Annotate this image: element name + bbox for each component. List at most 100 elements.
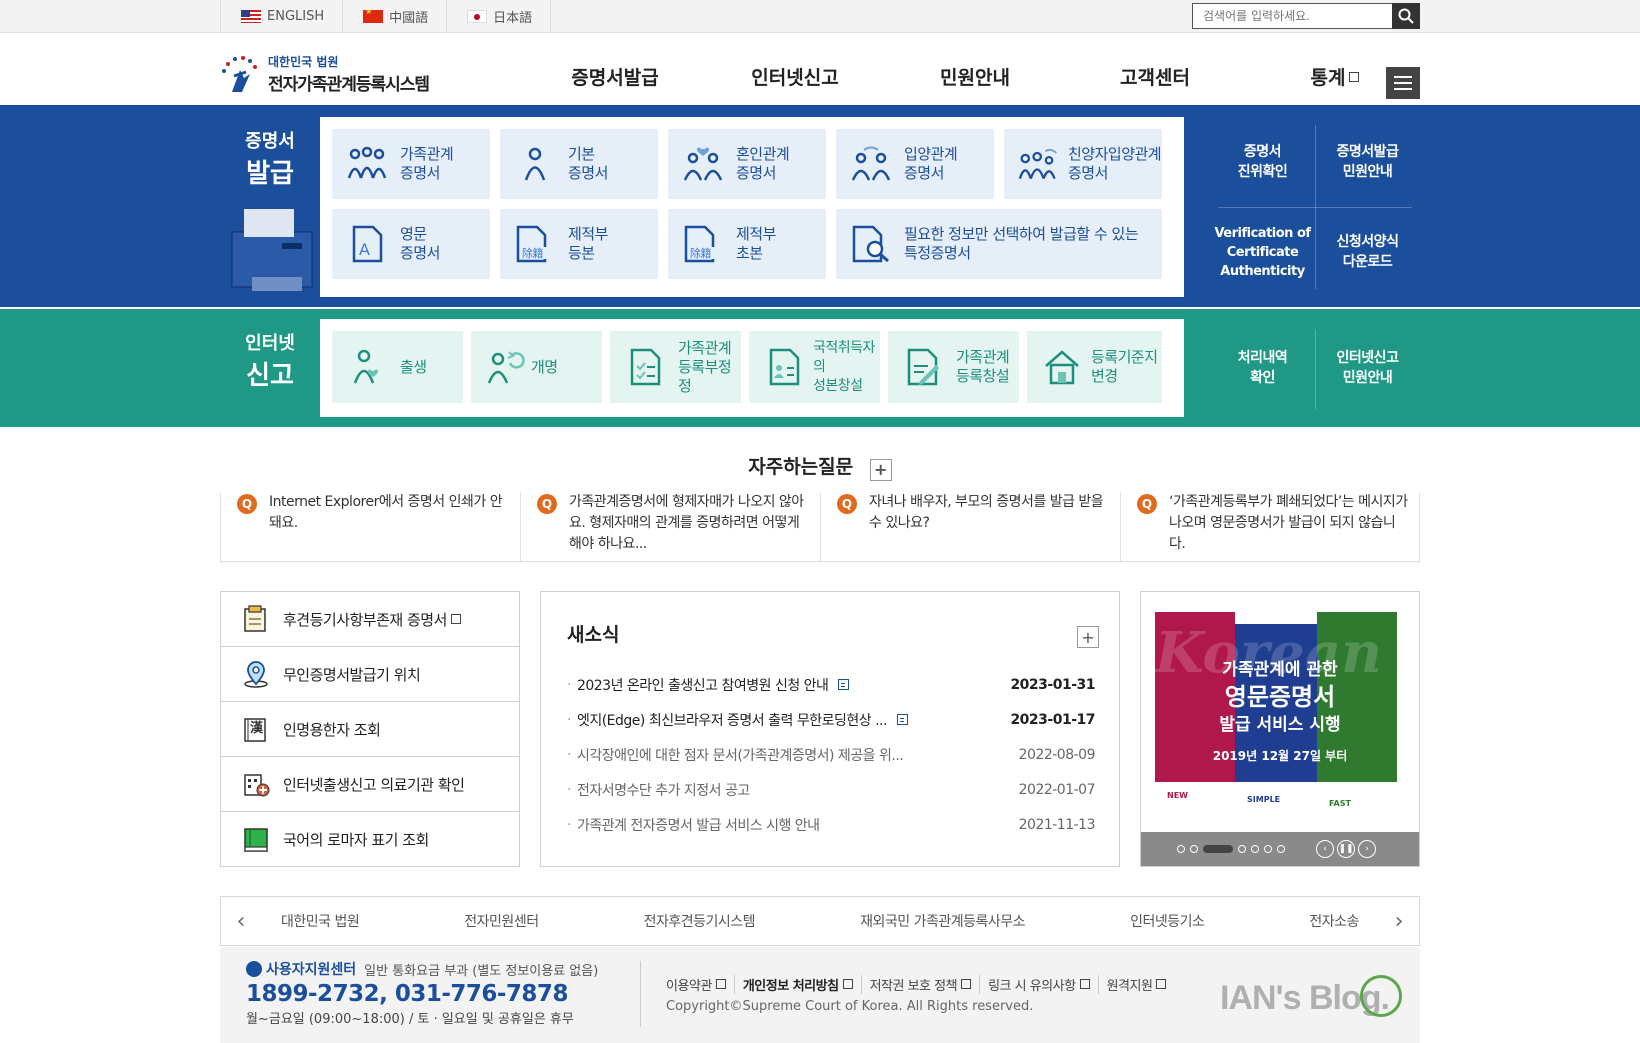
svg-text:NEW: NEW xyxy=(1167,791,1188,800)
nav-civil-guide[interactable]: 민원안내 xyxy=(885,63,1065,90)
tile-nationality-surname[interactable]: 국적취득자의 성본창설 xyxy=(749,331,880,403)
attachment-icon xyxy=(896,714,908,725)
nav-customer-center[interactable]: 고객센터 xyxy=(1065,63,1245,90)
banner-dot[interactable] xyxy=(1264,845,1272,853)
quick-link-guardianship-cert[interactable]: 후견등기사항부존재 증명서 xyxy=(221,592,519,647)
quick-link-romanization[interactable]: 국어의 로마자 표기 조회 xyxy=(221,812,519,867)
banner-dot[interactable] xyxy=(1190,845,1198,853)
banner-dot[interactable] xyxy=(1177,845,1185,853)
tile-name-change[interactable]: 개명 xyxy=(471,331,602,403)
certificate-panel: 가족관계 증명서 기본 증명서 혼인관계 증명서 입양관계 증명서 친양자입양관계 증명서… xyxy=(320,117,1184,297)
phone-icon xyxy=(246,961,262,977)
tile-marriage-cert[interactable]: 혼인관계 증명서 xyxy=(668,129,826,199)
related-next-button[interactable]: › xyxy=(1379,909,1419,934)
document-check-icon xyxy=(624,346,666,388)
banner-pause-button[interactable]: ❚❚ xyxy=(1337,840,1355,858)
banner-dot[interactable] xyxy=(1277,845,1285,853)
document-a-icon: A xyxy=(346,223,388,265)
tile-register-correction[interactable]: 가족관계 등록부정정 xyxy=(610,331,741,403)
news-item[interactable]: 엣지(Edge) 최신브라우저 증명서 출력 무한로딩현상 ...2023-01… xyxy=(567,702,1096,737)
banner-prev-button[interactable]: ‹ xyxy=(1316,840,1334,858)
us-flag-icon xyxy=(241,10,261,23)
footer-links: 이용약관 개인정보 처리방침 저작권 보호 정책 링크 시 유의사항 원격지원 xyxy=(666,975,1174,994)
nav-internet-report[interactable]: 인터넷신고 xyxy=(705,63,885,90)
name-change-icon xyxy=(485,346,527,388)
news-item[interactable]: 전자서명수단 추가 지정서 공고2022-01-07 xyxy=(567,772,1096,807)
svg-text:2019년 12월 27일 부터: 2019년 12월 27일 부터 xyxy=(1213,748,1348,763)
link-notice-link[interactable]: 링크 시 유의사항 xyxy=(979,975,1098,994)
quick-link-hanja-lookup[interactable]: 漢 인명용한자 조회 xyxy=(221,702,519,757)
internet-report-section: 인터넷 신고 출생 개명 가족관계 등록부정정 국적취득자의 성본창설 가족관계 등록… xyxy=(0,309,1640,427)
tile-family-relation-cert[interactable]: 가족관계 증명서 xyxy=(332,129,490,199)
promo-banner[interactable]: Korean 가족관계에 관한 영문증명서 발급 서비스 시행 2019년 12… xyxy=(1140,591,1420,867)
news-item[interactable]: 시각장애인에 대한 점자 문서(가족관계증명서) 제공을 위...2022-08… xyxy=(567,737,1096,772)
search-icon xyxy=(1398,8,1414,24)
report-civil-guide-button[interactable]: 인터넷신고 민원안내 xyxy=(1315,319,1420,417)
quick-link-kiosk-location[interactable]: 무인증명서발급기 위치 xyxy=(221,647,519,702)
tile-removed-register-abstract[interactable]: 除籍 제적부 초본 xyxy=(668,209,826,279)
faq-item[interactable]: Q ‘가족관계등록부가 폐쇄되었다’는 메시지가 나오며 영문증명서가 발급이 되… xyxy=(1120,492,1420,561)
tile-basic-cert[interactable]: 기본 증명서 xyxy=(500,129,658,199)
external-link-icon xyxy=(715,979,726,989)
terms-link[interactable]: 이용약관 xyxy=(666,975,734,994)
form-download-button[interactable]: 신청서양식 다운로드 xyxy=(1315,207,1420,297)
external-link-icon xyxy=(1349,71,1360,82)
related-prev-button[interactable]: ‹ xyxy=(221,909,261,934)
news-item[interactable]: 2023년 온라인 출생신고 참여병원 신청 안내2023-01-31 xyxy=(567,667,1096,702)
banner-image: Korean 가족관계에 관한 영문증명서 발급 서비스 시행 2019년 12… xyxy=(1155,612,1405,822)
nav-certificates[interactable]: 증명서발급 xyxy=(525,63,705,90)
faq-item[interactable]: Q 가족관계증명서에 형제자매가 나오지 않아요. 형제자매의 관계를 증명하려면… xyxy=(520,492,820,561)
certificate-section: 증명서 발급 가족관계 증명서 기본 증명서 혼인관계 증명서 입양관계 증명서 친양자… xyxy=(0,107,1640,307)
related-site-link[interactable]: 재외국민 가족관계등록사무소 xyxy=(860,911,1025,931)
external-link-icon xyxy=(450,614,461,624)
tile-full-adoption-cert[interactable]: 친양자입양관계 증명서 xyxy=(1004,129,1162,199)
cert-verify-button[interactable]: 증명서 진위확인 xyxy=(1210,117,1315,207)
tile-birth-report[interactable]: 출생 xyxy=(332,331,463,403)
lang-english[interactable]: ENGLISH xyxy=(220,0,342,33)
faq-item[interactable]: Q 자녀나 배우자, 부모의 증명서를 발급 받을 수 있나요? xyxy=(820,492,1120,561)
copyright-policy-link[interactable]: 저작권 보호 정책 xyxy=(860,975,980,994)
external-link-icon xyxy=(1156,979,1167,989)
certificate-section-title: 증명서 발급 xyxy=(245,131,295,189)
cert-civil-guide-button[interactable]: 증명서발급 민원안내 xyxy=(1315,117,1420,207)
lang-japanese[interactable]: 日本語 xyxy=(446,0,552,33)
tile-register-creation[interactable]: 가족관계 등록창설 xyxy=(888,331,1019,403)
svg-text:A: A xyxy=(359,240,370,259)
tile-removed-register-copy[interactable]: 除籍 제적부 등본 xyxy=(500,209,658,279)
banner-dot-active[interactable] xyxy=(1203,845,1233,853)
banner-next-button[interactable]: › xyxy=(1358,840,1376,858)
svg-text:가족관계에 관한: 가족관계에 관한 xyxy=(1222,660,1338,680)
news-item[interactable]: 가족관계 전자증명서 발급 서비스 시행 안내2021-11-13 xyxy=(567,807,1096,842)
cert-verification-en-button[interactable]: Verification of Certificate Authenticity xyxy=(1210,207,1315,297)
privacy-link[interactable]: 개인정보 처리방침 xyxy=(733,975,861,994)
tile-adoption-cert[interactable]: 입양관계 증명서 xyxy=(836,129,994,199)
related-site-link[interactable]: 전자민원센터 xyxy=(464,911,539,931)
jp-flag-icon xyxy=(467,10,488,23)
search-button[interactable] xyxy=(1392,3,1420,29)
faq-item[interactable]: Q Internet Explorer에서 증명서 인쇄가 안돼요. xyxy=(220,492,520,561)
question-icon: Q xyxy=(1137,494,1157,514)
related-site-link[interactable]: 대한민국 법원 xyxy=(281,911,360,931)
faq-more-button[interactable]: + xyxy=(869,458,892,481)
remote-support-link[interactable]: 원격지원 xyxy=(1097,975,1175,994)
tile-registration-base-change[interactable]: 등록기준지 변경 xyxy=(1027,331,1162,403)
banner-dot[interactable] xyxy=(1238,845,1246,853)
related-site-link[interactable]: 인터넷등기소 xyxy=(1130,911,1205,931)
site-logo[interactable]: 대한민국 법원 전자가족관계등록시스템 xyxy=(220,53,430,95)
banner-dot[interactable] xyxy=(1251,845,1259,853)
search-input[interactable] xyxy=(1192,3,1392,29)
tile-specific-cert[interactable]: 필요한 정보만 선택하여 발급할 수 있는 특정증명서 xyxy=(836,209,1162,279)
all-menu-button[interactable] xyxy=(1386,67,1420,99)
document-edit-icon xyxy=(902,346,944,388)
related-site-link[interactable]: 전자후견등기시스템 xyxy=(644,911,756,931)
quick-link-hospital-check[interactable]: 인터넷출생신고 의료기관 확인 xyxy=(221,757,519,812)
related-site-link[interactable]: 전자소송 xyxy=(1309,911,1359,931)
green-book-icon xyxy=(241,825,271,855)
related-sites: ‹ 대한민국 법원 전자민원센터 전자후견등기시스템 재외국민 가족관계등록사무… xyxy=(220,896,1420,946)
report-status-button[interactable]: 처리내역 확인 xyxy=(1210,319,1315,417)
tile-english-cert[interactable]: A 영문 증명서 xyxy=(332,209,490,279)
news-title: 새소식 xyxy=(567,624,620,646)
news-more-button[interactable]: + xyxy=(1077,626,1099,648)
attachment-icon xyxy=(838,679,850,690)
lang-chinese[interactable]: 中國語 xyxy=(342,0,446,33)
